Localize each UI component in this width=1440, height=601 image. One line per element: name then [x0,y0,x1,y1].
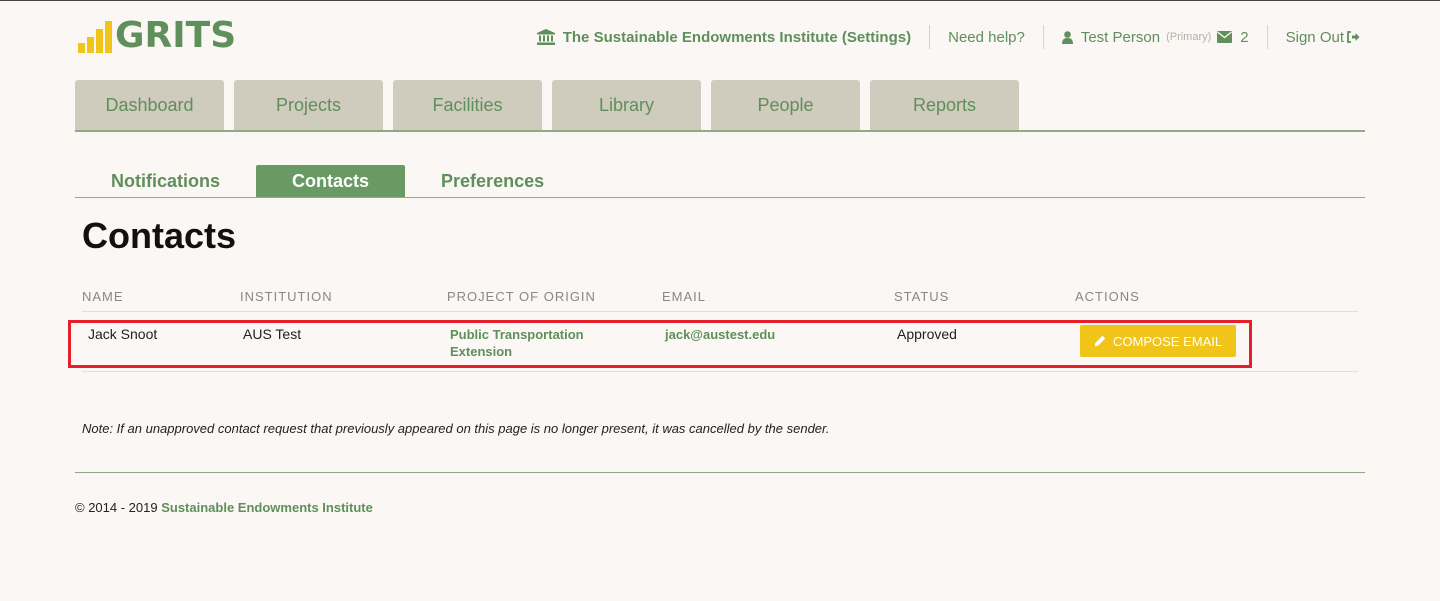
org-name: The Sustainable Endowments Institute (Se… [562,28,912,46]
header-name: NAME [82,289,124,304]
tab-reports[interactable]: Reports [870,80,1019,130]
row-highlight [68,320,1252,368]
sign-out-icon [1347,31,1360,43]
table-header: NAME INSTITUTION PROJECT OF ORIGIN EMAIL… [82,289,1358,312]
user-role: (Primary) [1166,31,1212,43]
tab-projects[interactable]: Projects [234,80,383,130]
header-actions: ACTIONS [1075,289,1140,304]
main-tabs: Dashboard Projects Facilities Library Pe… [75,80,1365,132]
sign-out-link[interactable]: Sign Out [1266,25,1360,49]
footer-divider [75,472,1365,473]
envelope-icon [1217,31,1233,43]
contacts-note: Note: If an unapproved contact request t… [82,421,830,436]
header-status: STATUS [894,289,950,304]
header-project: PROJECT OF ORIGIN [447,289,596,304]
user-icon [1061,30,1073,44]
footer-copyright: © 2014 - 2019 [75,500,158,515]
tab-facilities[interactable]: Facilities [393,80,542,130]
subtab-preferences[interactable]: Preferences [405,165,580,197]
logo-bars-icon [78,19,112,53]
header-email: EMAIL [662,289,707,304]
subtab-contacts[interactable]: Contacts [256,165,406,197]
subtab-notifications[interactable]: Notifications [75,165,256,197]
top-nav: The Sustainable Endowments Institute (Se… [536,25,1360,49]
org-settings-link[interactable]: The Sustainable Endowments Institute (Se… [536,25,929,49]
messages-link[interactable]: 2 [1217,28,1249,46]
grits-logo[interactable]: GRITS [78,13,237,56]
user-menu[interactable]: Test Person (Primary) 2 [1042,25,1267,49]
tab-dashboard[interactable]: Dashboard [75,80,224,130]
logo-text: GRITS [115,15,237,56]
header-institution: INSTITUTION [240,289,333,304]
message-count: 2 [1240,28,1249,46]
footer-org-link[interactable]: Sustainable Endowments Institute [161,500,373,515]
tab-library[interactable]: Library [552,80,701,130]
sign-out-label: Sign Out [1285,28,1344,46]
sub-tabs: Notifications Contacts Preferences [75,165,1365,198]
help-link[interactable]: Need help? [929,25,1043,49]
help-label: Need help? [948,28,1025,46]
page-title: Contacts [82,215,237,256]
footer: © 2014 - 2019 Sustainable Endowments Ins… [75,499,373,516]
bank-icon [536,29,555,45]
tab-people[interactable]: People [711,80,860,130]
user-name: Test Person [1080,28,1161,46]
